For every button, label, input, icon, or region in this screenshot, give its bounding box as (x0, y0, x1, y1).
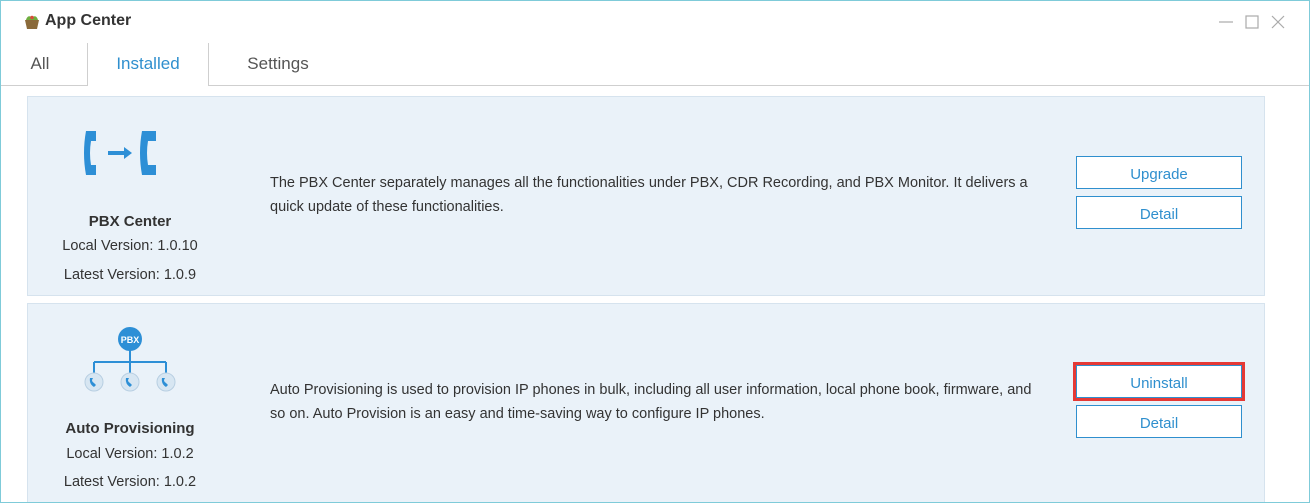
uninstall-button[interactable]: Uninstall (1073, 362, 1245, 401)
upgrade-button[interactable]: Upgrade (1076, 156, 1242, 189)
pbx-label: PBX (121, 335, 140, 345)
tab-all[interactable]: All (15, 43, 65, 85)
maximize-icon (1245, 15, 1259, 29)
close-button[interactable] (1267, 11, 1289, 33)
app-description: Auto Provisioning is used to provision I… (270, 382, 1032, 422)
app-card-pbx-center: PBX Center Local Version: 1.0.10 Latest … (27, 96, 1265, 296)
app-card-auto-provisioning: PBX Auto Provisioning Local Version: 1.0… (27, 303, 1265, 502)
tab-installed[interactable]: Installed (87, 43, 209, 86)
tab-bar: All Installed Settings (1, 43, 1309, 86)
detail-button[interactable]: Detail (1076, 196, 1242, 229)
local-version: Local Version: 1.0.2 (66, 446, 194, 462)
tab-settings[interactable]: Settings (223, 43, 333, 85)
latest-version: Latest Version: 1.0.9 (63, 267, 197, 283)
detail-button[interactable]: Detail (1076, 405, 1242, 438)
window-title: App Center (45, 12, 132, 29)
local-version: Local Version: 1.0.10 (62, 238, 198, 254)
minimize-button[interactable] (1215, 11, 1237, 33)
close-icon (1271, 15, 1285, 29)
app-description: The PBX Center separately manages all th… (270, 175, 1028, 215)
latest-version: Latest Version: 1.0.2 (63, 474, 197, 490)
pbx-tree-icon: PBX (84, 327, 176, 392)
app-name: Auto Provisioning (65, 420, 195, 437)
title-bar: App Center (1, 1, 1309, 43)
app-center-window: App Center All Installed Settings PBX Ce… (0, 0, 1310, 503)
phone-transfer-icon (84, 131, 156, 175)
app-center-icon (25, 15, 39, 29)
minimize-icon (1219, 21, 1233, 23)
app-name: PBX Center (88, 213, 172, 230)
maximize-button[interactable] (1241, 11, 1263, 33)
